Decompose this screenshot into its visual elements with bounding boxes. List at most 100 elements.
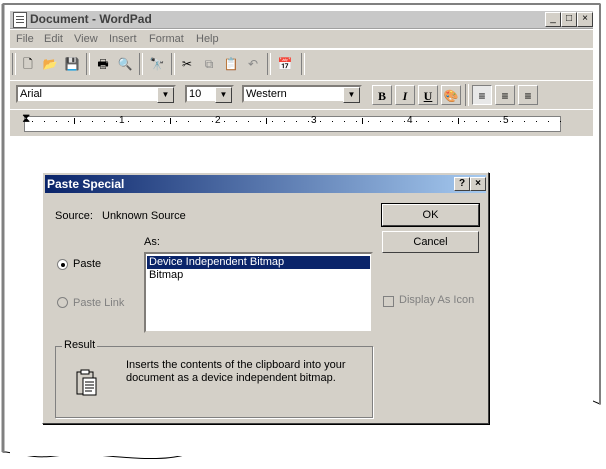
menu-insert[interactable]: Insert bbox=[109, 33, 137, 45]
result-group: Result Inserts the contents of the clipb… bbox=[55, 339, 373, 418]
list-item[interactable]: Device Independent Bitmap bbox=[147, 256, 370, 269]
toolbar-separator bbox=[465, 84, 469, 106]
ruler-dot bbox=[464, 121, 465, 122]
align-right-icon[interactable]: ≡ bbox=[518, 85, 538, 105]
menu-help[interactable]: Help bbox=[196, 33, 219, 45]
as-label: As: bbox=[144, 236, 160, 248]
chevron-down-icon[interactable]: ▼ bbox=[157, 87, 174, 103]
ruler-dot bbox=[428, 121, 429, 122]
chevron-down-icon[interactable]: ▼ bbox=[215, 87, 232, 103]
ruler-dot bbox=[92, 121, 93, 122]
ruler-dot bbox=[200, 121, 201, 122]
ruler-number: 3 bbox=[311, 115, 317, 126]
script-value: Western bbox=[246, 88, 287, 100]
ruler-dot bbox=[440, 121, 441, 122]
paste-link-radio[interactable] bbox=[57, 297, 68, 308]
ruler-dot bbox=[320, 121, 321, 122]
italic-button[interactable]: I bbox=[395, 85, 415, 105]
script-select[interactable]: Western ▼ bbox=[242, 85, 362, 103]
window-title: Document - WordPad bbox=[30, 12, 152, 26]
result-label: Result bbox=[62, 339, 98, 351]
ruler-number: 2 bbox=[215, 115, 221, 126]
dialog-close-button[interactable]: × bbox=[470, 177, 486, 191]
print-preview-icon[interactable]: 🔍 bbox=[116, 55, 134, 73]
close-button[interactable]: × bbox=[577, 12, 593, 27]
save-icon[interactable]: 💾 bbox=[63, 55, 81, 73]
as-listbox[interactable]: Device Independent Bitmap Bitmap bbox=[144, 252, 373, 333]
align-center-icon[interactable]: ≡ bbox=[495, 85, 515, 105]
ruler-dot bbox=[368, 121, 369, 122]
ruler-number: 1 bbox=[119, 115, 125, 126]
print-icon[interactable]: 🖶 bbox=[94, 55, 112, 73]
find-icon[interactable]: 🔭 bbox=[148, 55, 166, 73]
ruler-dot bbox=[164, 121, 165, 122]
paste-radio[interactable] bbox=[57, 259, 68, 270]
bold-button[interactable]: B bbox=[372, 85, 392, 105]
clipboard-icon bbox=[76, 369, 97, 396]
ruler-dot bbox=[380, 121, 381, 122]
menu-format[interactable]: Format bbox=[149, 33, 184, 45]
ruler-dot bbox=[524, 121, 525, 122]
ruler-dot bbox=[452, 121, 453, 122]
menu-file[interactable]: File bbox=[16, 33, 34, 45]
toolbar-separator bbox=[301, 53, 305, 75]
title-bar: Document - WordPad _ □ × bbox=[10, 11, 593, 29]
cancel-button[interactable]: Cancel bbox=[382, 231, 479, 253]
ruler-dot bbox=[260, 121, 261, 122]
open-icon[interactable]: 📂 bbox=[41, 55, 59, 73]
color-icon[interactable]: 🎨 bbox=[441, 85, 461, 105]
maximize-button[interactable]: □ bbox=[561, 12, 577, 27]
font-select[interactable]: Arial ▼ bbox=[16, 85, 176, 103]
size-value: 10 bbox=[189, 88, 202, 100]
paste-link-label[interactable]: Paste Link bbox=[73, 297, 124, 309]
toolbar-separator bbox=[267, 53, 271, 75]
ruler-dot bbox=[344, 121, 345, 122]
help-button[interactable]: ? bbox=[454, 177, 470, 191]
menu-edit[interactable]: Edit bbox=[44, 33, 63, 45]
date-time-icon[interactable]: 📅 bbox=[276, 55, 294, 73]
cut-icon[interactable]: ✂ bbox=[178, 55, 196, 73]
menu-bar: File Edit View Insert Format Help bbox=[10, 30, 593, 48]
minimize-button[interactable]: _ bbox=[545, 12, 561, 27]
paste-label[interactable]: Paste bbox=[73, 258, 101, 270]
ruler-dot bbox=[392, 121, 393, 122]
toolbar-grip bbox=[12, 53, 16, 75]
ruler-tick bbox=[170, 118, 171, 124]
paste-icon[interactable]: 📋 bbox=[222, 55, 240, 73]
ruler-dot bbox=[248, 121, 249, 122]
ruler-dot bbox=[308, 121, 309, 122]
ruler-strip bbox=[24, 116, 561, 132]
ok-button[interactable]: OK bbox=[381, 203, 480, 227]
source-label: Source: bbox=[55, 210, 93, 222]
underline-button[interactable]: U bbox=[418, 85, 438, 105]
ruler-dot bbox=[416, 121, 417, 122]
ruler-dot bbox=[488, 121, 489, 122]
ruler-dot bbox=[176, 121, 177, 122]
source-value: Unknown Source bbox=[102, 210, 186, 222]
font-value: Arial bbox=[20, 88, 43, 100]
ruler-dot bbox=[236, 121, 237, 122]
toolbar-separator bbox=[86, 53, 90, 75]
menu-view[interactable]: View bbox=[74, 33, 98, 45]
ruler-dot bbox=[140, 121, 141, 122]
ruler-dot bbox=[476, 121, 477, 122]
copy-icon[interactable]: ⧉ bbox=[200, 55, 218, 73]
ruler-tick bbox=[74, 118, 75, 124]
list-item[interactable]: Bitmap bbox=[147, 269, 185, 282]
chevron-down-icon[interactable]: ▼ bbox=[343, 87, 360, 103]
dialog-title: Paste Special bbox=[47, 177, 125, 191]
ruler-dot bbox=[128, 121, 129, 122]
ruler: ⧗ 1 2 3 4 5 bbox=[10, 109, 593, 136]
document-icon bbox=[13, 12, 27, 28]
size-select[interactable]: 10 ▼ bbox=[185, 85, 234, 103]
ruler-tick bbox=[266, 118, 267, 124]
align-left-icon[interactable]: ≡ bbox=[472, 85, 492, 105]
display-as-icon-label[interactable]: Display As Icon bbox=[399, 294, 474, 306]
ruler-dot bbox=[68, 121, 69, 122]
indent-marker-icon[interactable]: ⧗ bbox=[22, 112, 30, 124]
new-icon[interactable]: 🗋 bbox=[19, 55, 37, 73]
ruler-dot bbox=[500, 121, 501, 122]
undo-icon[interactable]: ↶ bbox=[244, 55, 262, 73]
display-as-icon-checkbox[interactable] bbox=[383, 296, 394, 307]
ruler-tick bbox=[362, 118, 363, 124]
